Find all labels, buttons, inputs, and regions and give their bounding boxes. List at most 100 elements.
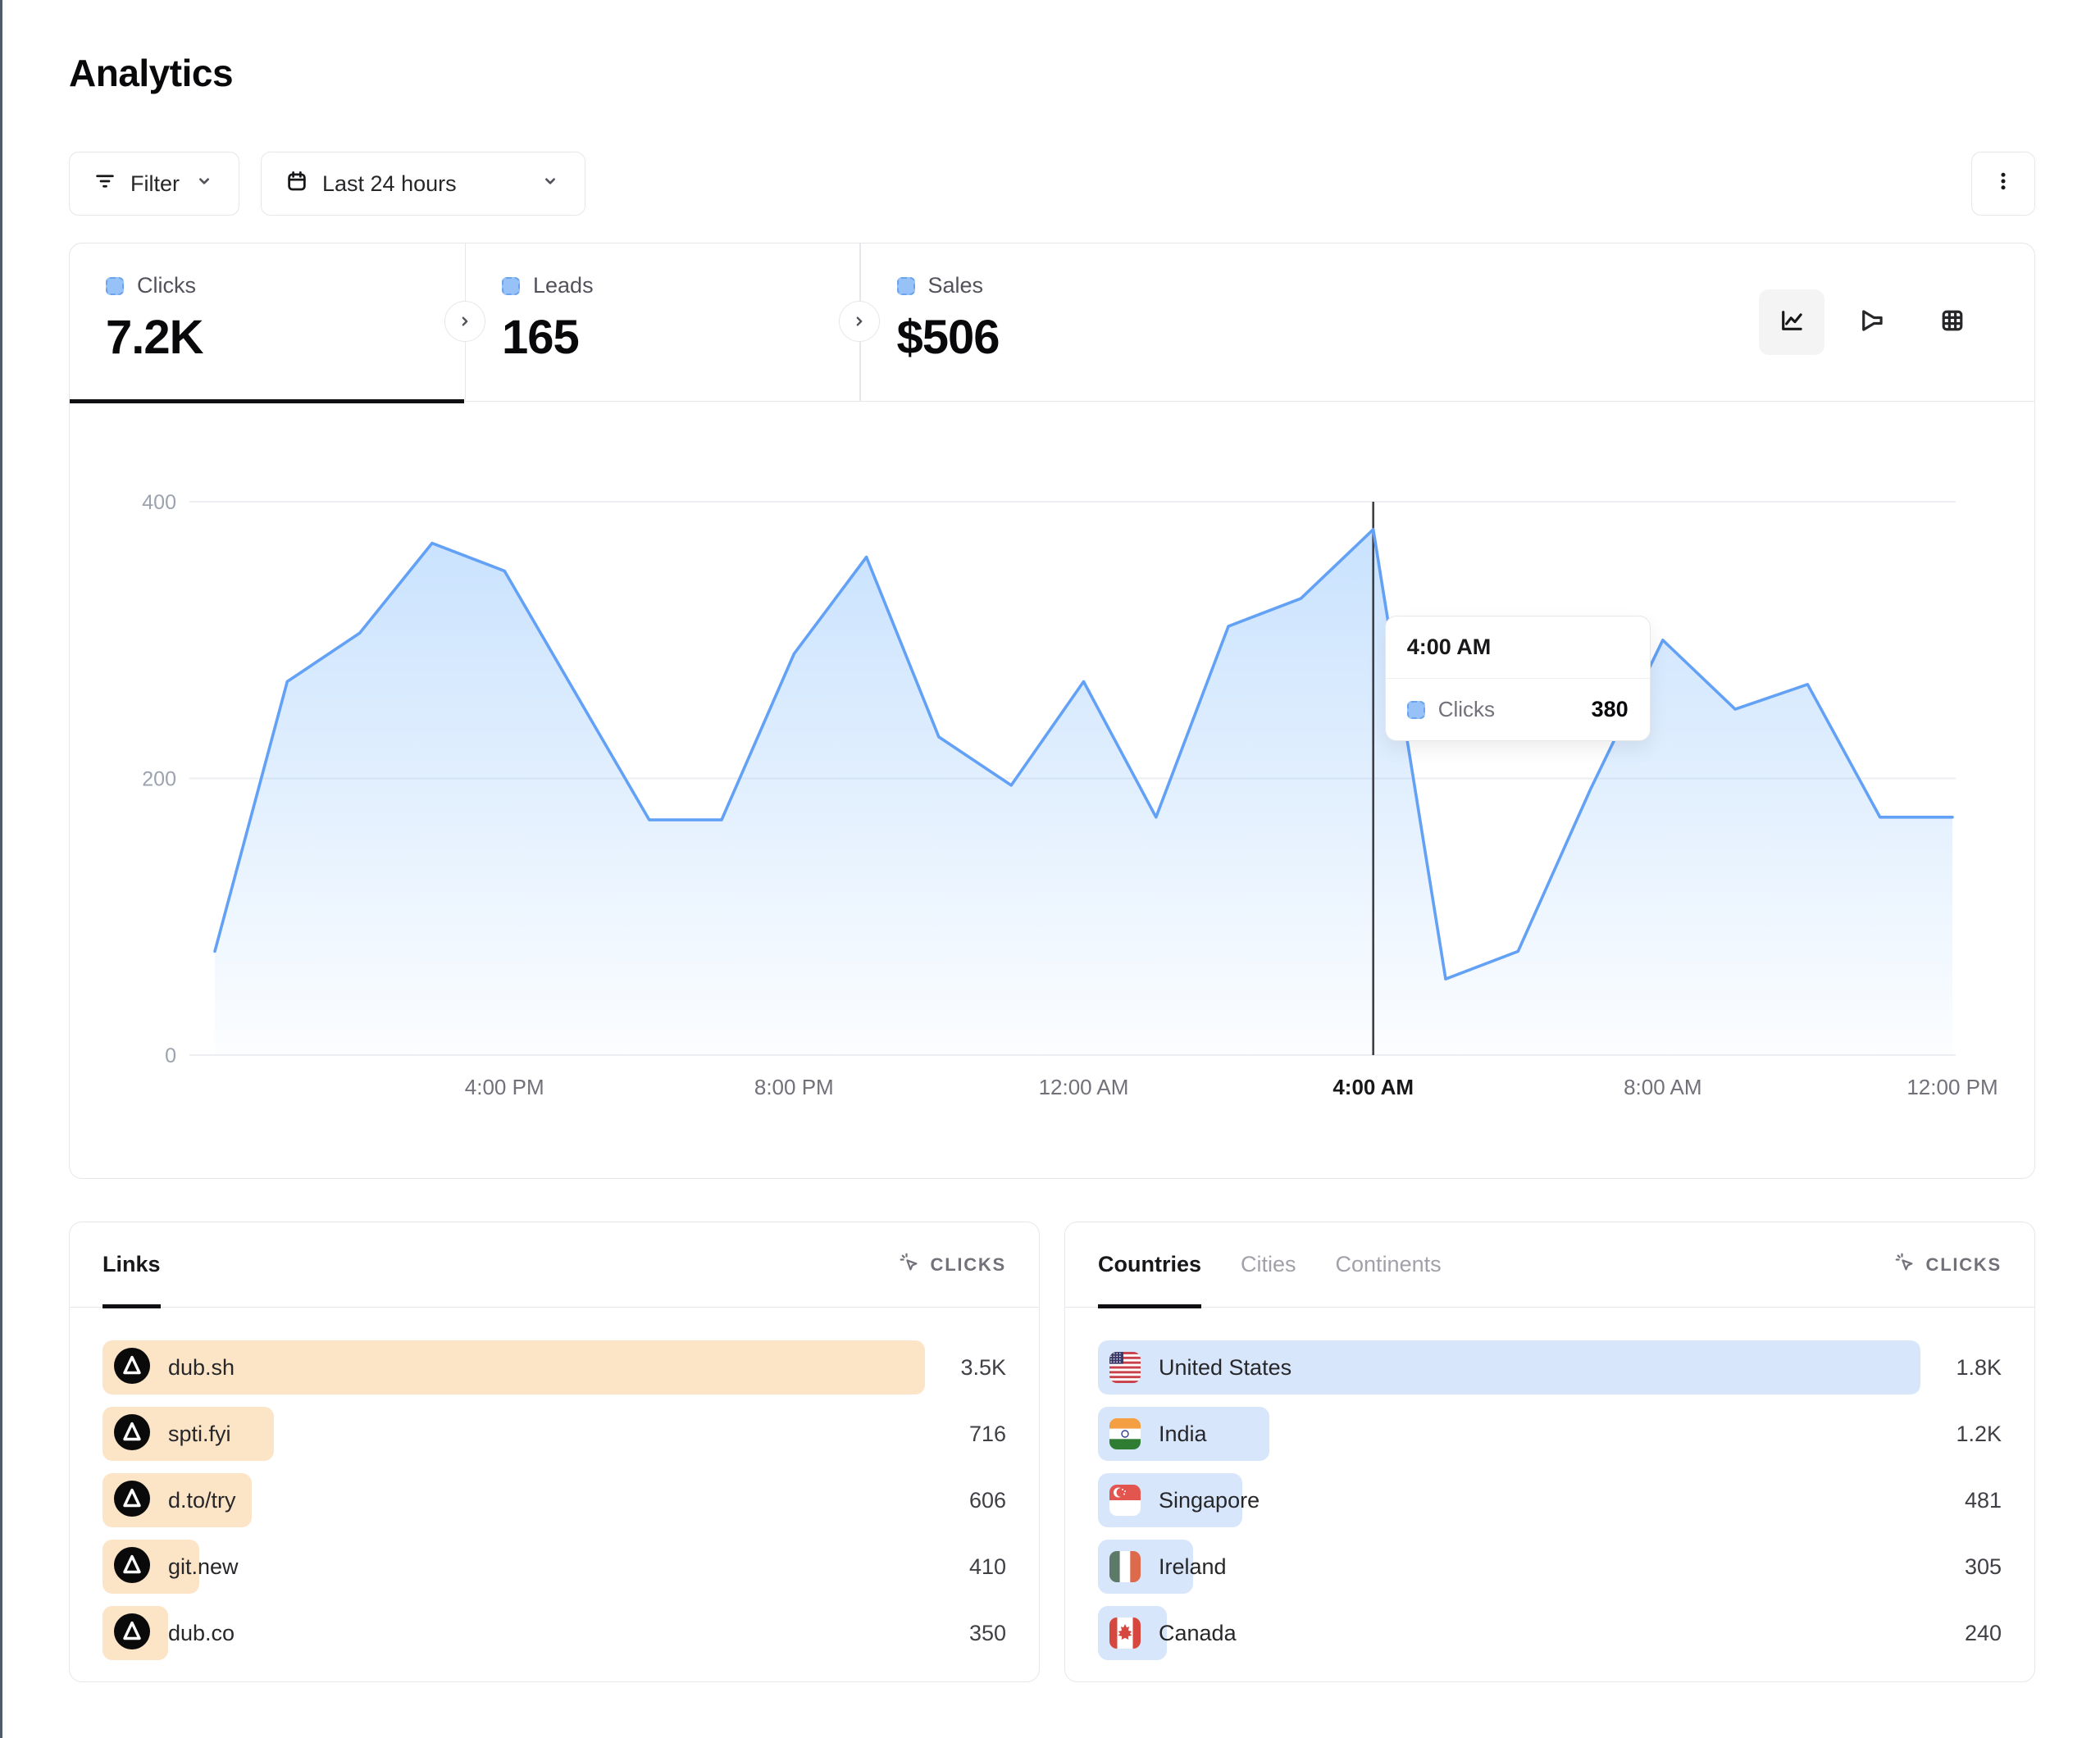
chevron-down-icon	[193, 170, 216, 198]
geo-tab-cities[interactable]: Cities	[1241, 1222, 1296, 1307]
line-chart-toggle[interactable]	[1759, 289, 1824, 355]
kebab-menu-icon	[1990, 168, 2016, 200]
links-panel: Links CLICKS dub.sh 3.5K spti.fyi716 d.to/t…	[69, 1222, 1040, 1682]
svg-text:4:00 PM: 4:00 PM	[465, 1075, 544, 1099]
date-range-label: Last 24 hours	[322, 171, 457, 197]
row-value: 1.8K	[1956, 1355, 2002, 1381]
svg-text:4:00 AM: 4:00 AM	[1332, 1075, 1414, 1099]
links-metric-header[interactable]: CLICKS	[898, 1251, 1006, 1279]
area-chart-canvas[interactable]: 02004004:00 PM8:00 PM12:00 AM4:00 AM8:00…	[70, 460, 2036, 1140]
tooltip-time: 4:00 AM	[1386, 616, 1650, 679]
countries-panel-header: Countries Cities Continents CLICKS	[1065, 1222, 2034, 1308]
geo-tabs: Countries Cities Continents	[1098, 1222, 1442, 1307]
cursor-click-icon	[898, 1251, 921, 1279]
svg-text:8:00 PM: 8:00 PM	[754, 1075, 834, 1099]
geo-tab-continents[interactable]: Continents	[1336, 1222, 1442, 1307]
stat-tab-value: 165	[502, 310, 860, 365]
flag-sg-icon	[1109, 1485, 1141, 1516]
links-tab-links[interactable]: Links	[102, 1222, 161, 1307]
expand-stat-button[interactable]	[839, 301, 880, 342]
filter-button[interactable]: Filter	[69, 152, 239, 216]
more-options-button[interactable]	[1971, 152, 2035, 216]
svg-text:400: 400	[142, 491, 176, 514]
dub-logo-icon	[114, 1414, 150, 1454]
svg-text:0: 0	[165, 1044, 176, 1067]
row-label: United States	[1159, 1355, 1291, 1381]
grid-view-toggle[interactable]	[1920, 289, 1985, 355]
expand-stat-button[interactable]	[444, 301, 485, 342]
row-value: 716	[969, 1422, 1006, 1447]
row-value: 305	[1965, 1554, 2002, 1580]
clicks-series-marker	[1407, 701, 1425, 719]
row-value: 410	[969, 1554, 1006, 1580]
country-row[interactable]: United States 1.8K	[1098, 1340, 2002, 1394]
stat-tab-clicks[interactable]: Clicks 7.2K	[70, 243, 464, 402]
country-row[interactable]: India 1.2K	[1098, 1407, 2002, 1461]
chart-tooltip: 4:00 AM Clicks 380	[1385, 616, 1651, 741]
flag-in-icon	[1109, 1418, 1141, 1449]
link-row[interactable]: dub.co 350	[102, 1606, 1006, 1660]
country-row[interactable]: Singapore 481	[1098, 1473, 2002, 1527]
row-label: Canada	[1159, 1621, 1237, 1646]
link-row[interactable]: dub.sh 3.5K	[102, 1340, 1006, 1394]
country-row[interactable]: Ireland 305	[1098, 1540, 2002, 1594]
row-label: d.to/try	[168, 1488, 236, 1513]
row-label: dub.co	[168, 1621, 235, 1646]
row-value: 3.5K	[960, 1355, 1006, 1381]
flag-us-icon	[1109, 1352, 1141, 1383]
clicks-chart[interactable]: 02004004:00 PM8:00 PM12:00 AM4:00 AM8:00…	[70, 460, 2036, 1140]
chevron-down-icon	[539, 170, 562, 198]
countries-panel: Countries Cities Continents CLICKS United …	[1064, 1222, 2035, 1682]
row-label: Ireland	[1159, 1554, 1227, 1580]
country-row[interactable]: Canada 240	[1098, 1606, 2002, 1660]
links-metric-label: CLICKS	[931, 1254, 1006, 1276]
countries-rows: United States 1.8K India 1.2K Singapore 481 Ir…	[1065, 1308, 2034, 1660]
stat-tab-label: Sales	[928, 273, 984, 298]
cursor-click-icon	[1893, 1251, 1916, 1279]
dub-logo-icon	[114, 1547, 150, 1587]
row-label: Singapore	[1159, 1488, 1260, 1513]
countries-metric-header[interactable]: CLICKS	[1893, 1251, 2002, 1279]
row-value: 1.2K	[1956, 1422, 2002, 1447]
row-label: India	[1159, 1422, 1207, 1447]
line-chart-icon	[1776, 305, 1807, 340]
links-panel-header: Links CLICKS	[70, 1222, 1039, 1308]
grid-view-icon	[1937, 305, 1968, 340]
link-row[interactable]: git.new 410	[102, 1540, 1006, 1594]
date-range-button[interactable]: Last 24 hours	[261, 152, 585, 216]
funnel-chart-toggle[interactable]	[1839, 289, 1905, 355]
row-value: 240	[1965, 1621, 2002, 1646]
stat-tab-label: Clicks	[137, 273, 196, 298]
window-edge	[0, 0, 2, 1738]
stats-tabs-row: Clicks 7.2K Leads 165 Sales $506	[70, 243, 2034, 402]
chart-view-toggles	[1759, 289, 1985, 355]
series-marker	[106, 277, 124, 295]
flag-ie-icon	[1109, 1551, 1141, 1582]
flag-ca-icon	[1109, 1617, 1141, 1649]
chevron-right-icon	[454, 311, 476, 332]
stat-tab-sales[interactable]: Sales $506	[861, 243, 1255, 402]
link-row[interactable]: d.to/try 606	[102, 1473, 1006, 1527]
row-value: 481	[1965, 1488, 2002, 1513]
stat-tab-value: 7.2K	[106, 310, 464, 365]
dub-logo-icon	[114, 1613, 150, 1654]
links-tabs: Links	[102, 1222, 161, 1307]
row-label: dub.sh	[168, 1355, 235, 1381]
stat-tab-label: Leads	[533, 273, 594, 298]
svg-text:200: 200	[142, 768, 176, 791]
series-marker	[897, 277, 915, 295]
filter-button-label: Filter	[130, 171, 180, 197]
tooltip-value: 380	[1592, 697, 1629, 722]
links-rows: dub.sh 3.5K spti.fyi716 d.to/try 606 git.new 4…	[70, 1308, 1039, 1660]
series-marker	[502, 277, 520, 295]
analytics-card: Clicks 7.2K Leads 165 Sales $506 0 200 400 4:00 …	[69, 243, 2035, 1179]
row-value: 350	[969, 1621, 1006, 1646]
link-row[interactable]: spti.fyi716	[102, 1407, 1006, 1461]
row-label: git.new	[168, 1554, 239, 1580]
geo-tab-countries[interactable]: Countries	[1098, 1222, 1201, 1307]
stat-tab-value: $506	[897, 310, 1255, 365]
svg-text:12:00 PM: 12:00 PM	[1906, 1075, 1998, 1099]
svg-text:12:00 AM: 12:00 AM	[1039, 1075, 1129, 1099]
stat-tab-leads[interactable]: Leads 165	[466, 243, 860, 402]
row-value: 606	[969, 1488, 1006, 1513]
